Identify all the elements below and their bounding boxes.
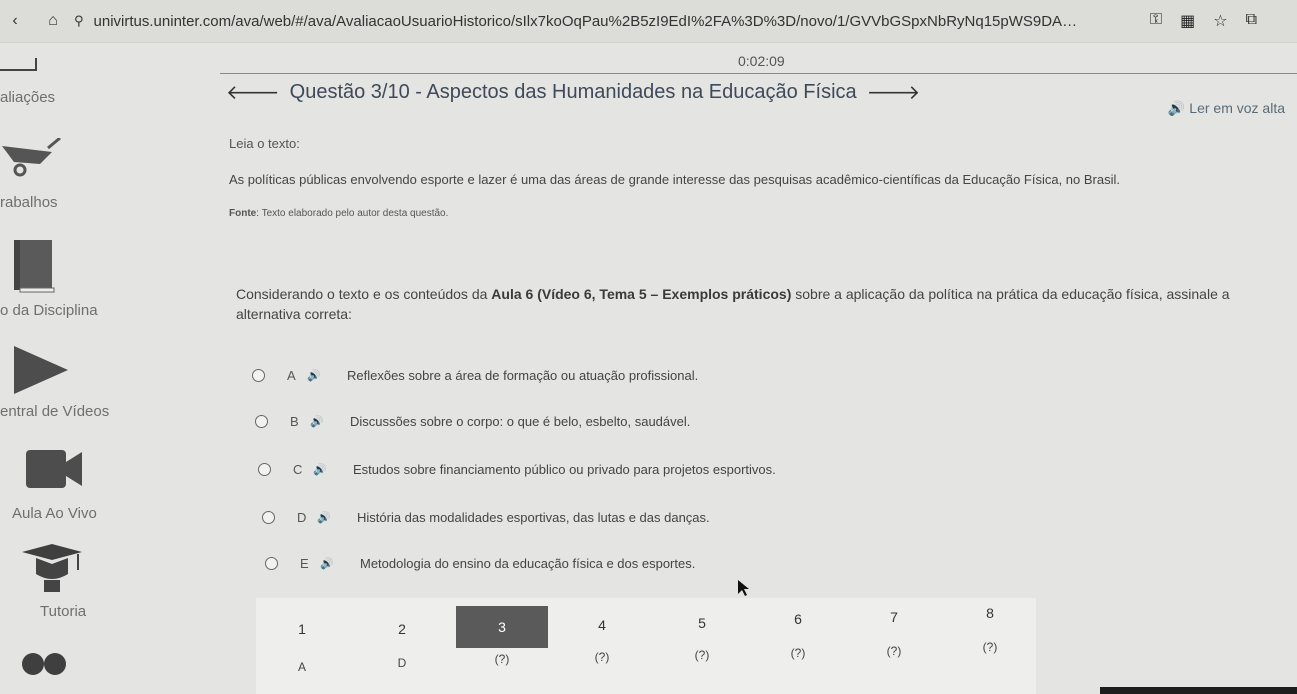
sidebar-item-label: aliações [0, 89, 56, 106]
speaker-icon: 🔊 [1167, 100, 1186, 116]
read-aloud-label: Ler em voz alta [1189, 100, 1285, 116]
quote-icon[interactable] [22, 646, 66, 682]
statement-bold: Aula 6 (Vídeo 6, Tema 5 – Exemplos práti… [491, 286, 792, 302]
bookmark-star-icon[interactable]: ☆ [1213, 11, 1227, 31]
alternative-a[interactable]: A 🔊 Reflexões sobre a área de formação o… [252, 368, 698, 383]
wheelbarrow-icon [2, 138, 61, 177]
previous-question-arrow-icon[interactable]: 🡐 [226, 80, 280, 105]
alternative-radio[interactable] [265, 557, 278, 570]
source-text: : Texto elaborado pelo autor desta quest… [256, 208, 449, 219]
speaker-icon[interactable]: 🔊 [313, 463, 353, 476]
question-nav-2[interactable]: 2 [356, 608, 448, 650]
base-text: As políticas públicas envolvendo esporte… [229, 172, 1120, 187]
question-nav-8[interactable]: 8 [944, 592, 1036, 634]
question-navigator: 1 2 3 4 5 6 7 8 A D (?) (?) (?) (?) (?) … [256, 598, 1036, 694]
translate-icon[interactable]: ▦ [1180, 11, 1195, 31]
alternative-text: Estudos sobre financiamento público ou p… [353, 462, 776, 477]
video-camera-icon [26, 450, 82, 488]
question-answer-3: (?) [494, 652, 510, 666]
next-question-arrow-icon[interactable]: 🡒 [867, 80, 921, 105]
extensions-icon[interactable]: ⧉ [1246, 11, 1257, 31]
alternative-radio[interactable] [262, 511, 275, 524]
book-icon [14, 240, 55, 293]
alternative-letter: D [297, 510, 307, 525]
alternative-text: Metodologia do ensino da educação física… [360, 556, 696, 571]
sidebar-item-label: entral de Vídeos [0, 403, 110, 420]
exam-timer: 0:02:09 [738, 53, 785, 69]
question-answer-8: (?) [982, 640, 998, 654]
speaker-icon[interactable]: 🔊 [320, 557, 360, 570]
mouse-cursor-icon [738, 580, 749, 596]
question-nav-3[interactable]: 3 [456, 606, 548, 648]
question-title: Questão 3/10 - Aspectos das Humanidades … [289, 81, 857, 103]
alternative-text: Discussões sobre o corpo: o que é belo, … [350, 414, 691, 429]
password-key-icon[interactable]: ⚿ [1150, 11, 1162, 31]
checklist-icon [0, 58, 37, 71]
question-statement: Considerando o texto e os conteúdos da A… [236, 284, 1286, 324]
question-answer-1: A [297, 660, 306, 674]
question-nav-7[interactable]: 7 [848, 596, 940, 638]
question-answer-5: (?) [694, 648, 710, 662]
alternative-e[interactable]: E 🔊 Metodologia do ensino da educação fí… [265, 556, 695, 571]
sidebar: aliações rabalhos o da Disciplina entral… [0, 42, 200, 694]
alternative-letter: A [287, 368, 296, 383]
question-answer-6: (?) [790, 646, 806, 660]
alternative-c[interactable]: C 🔊 Estudos sobre financiamento público … [258, 462, 776, 477]
alternative-text: Reflexões sobre a área de formação ou at… [347, 368, 699, 383]
source-note: Fonte: Texto elaborado pelo autor desta … [229, 208, 448, 219]
home-icon[interactable]: ⌂ [42, 10, 64, 32]
alternative-b[interactable]: B 🔊 Discussões sobre o corpo: o que é be… [255, 414, 690, 429]
speaker-icon[interactable]: 🔊 [317, 511, 357, 524]
sidebar-item-label: rabalhos [0, 194, 58, 211]
sidebar-item-label: Tutoria [40, 603, 87, 620]
sidebar-item-label: o da Disciplina [0, 302, 98, 319]
address-bar[interactable]: ⚲ univirtus.uninter.com/ava/web/#/ava/Av… [74, 13, 1150, 30]
question-answer-7: (?) [886, 644, 902, 658]
back-icon[interactable]: ‹ [4, 10, 26, 32]
alternative-d[interactable]: D 🔊 História das modalidades esportivas,… [262, 510, 710, 525]
url-text: univirtus.uninter.com/ava/web/#/ava/Aval… [93, 12, 1084, 30]
graduation-cap-icon [22, 544, 82, 592]
sidebar-item-label: Aula Ao Vivo [12, 505, 97, 522]
question-nav-6[interactable]: 6 [752, 598, 844, 640]
read-aloud-button[interactable]: 🔊 Ler em voz alta [1168, 100, 1285, 117]
speaker-icon[interactable]: 🔊 [310, 415, 350, 428]
play-icon [14, 346, 68, 394]
question-nav-4[interactable]: 4 [556, 604, 648, 646]
question-header: 🡐 Questão 3/10 - Aspectos das Humanidade… [226, 80, 920, 105]
question-nav-5[interactable]: 5 [656, 602, 748, 644]
alternative-radio[interactable] [258, 463, 271, 476]
statement-text: Considerando o texto e os conteúdos da [236, 286, 492, 302]
alternative-letter: B [290, 414, 299, 429]
alternative-radio[interactable] [255, 415, 268, 428]
question-answer-4: (?) [594, 650, 610, 664]
question-nav-1[interactable]: 1 [256, 608, 348, 650]
source-label: Fonte [229, 208, 257, 219]
instruction-text: Leia o texto: [229, 136, 300, 151]
browser-toolbar: ‹ ⌂ ⚲ univirtus.uninter.com/ava/web/#/av… [0, 0, 1297, 43]
alternative-text: História das modalidades esportivas, das… [357, 510, 710, 525]
alternative-letter: C [293, 462, 303, 477]
taskbar-strip [1100, 687, 1297, 694]
alternative-radio[interactable] [252, 369, 265, 382]
alternative-letter: E [300, 556, 309, 571]
question-answer-2: D [397, 656, 407, 670]
site-info-icon[interactable]: ⚲ [74, 13, 84, 29]
speaker-icon[interactable]: 🔊 [307, 369, 347, 382]
divider [220, 73, 1297, 74]
